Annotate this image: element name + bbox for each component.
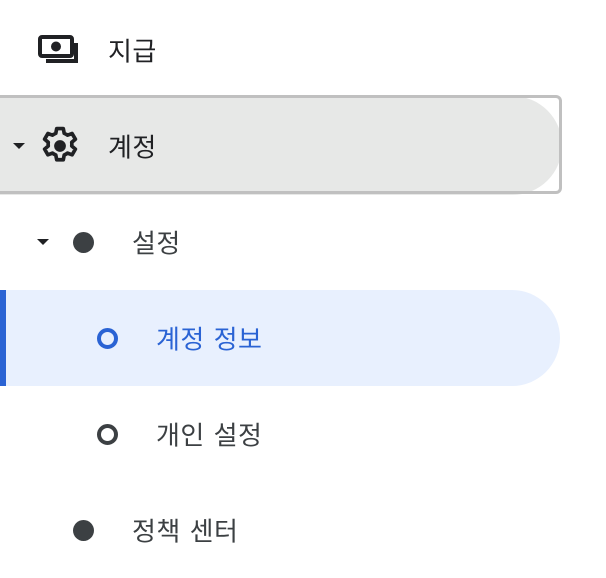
payments-icon <box>38 35 78 63</box>
ring-icon <box>97 424 118 445</box>
focus-ring <box>0 95 562 194</box>
nav-item-payments[interactable]: 지급 <box>0 2 560 98</box>
nav-item-account-info[interactable]: 계정 정보 <box>0 290 560 386</box>
nav-item-personal-settings[interactable]: 개인 설정 <box>0 386 560 482</box>
nav-item-settings[interactable]: 설정 <box>0 194 560 290</box>
filled-dot-icon <box>73 232 94 253</box>
nav-item-label: 정책 센터 <box>132 517 239 548</box>
nav-item-label: 계정 <box>108 133 157 163</box>
side-navigation: 지급 계정 설정 계정 정보 개인 설정 정책 센터 <box>0 0 606 574</box>
selected-indicator-bar <box>0 290 6 386</box>
ring-icon <box>97 328 118 349</box>
nav-item-selected-background <box>0 290 560 386</box>
nav-item-label: 지급 <box>108 37 157 68</box>
gear-icon <box>42 126 78 162</box>
filled-dot-icon <box>73 520 94 541</box>
expand-caret-icon[interactable] <box>37 239 49 245</box>
nav-item-account[interactable]: 계정 <box>0 95 566 195</box>
nav-item-policy-center[interactable]: 정책 센터 <box>0 482 560 578</box>
nav-item-label: 설정 <box>132 229 181 260</box>
expand-caret-icon[interactable] <box>13 142 25 149</box>
nav-item-label: 계정 정보 <box>156 325 263 356</box>
nav-item-label: 개인 설정 <box>156 421 263 452</box>
